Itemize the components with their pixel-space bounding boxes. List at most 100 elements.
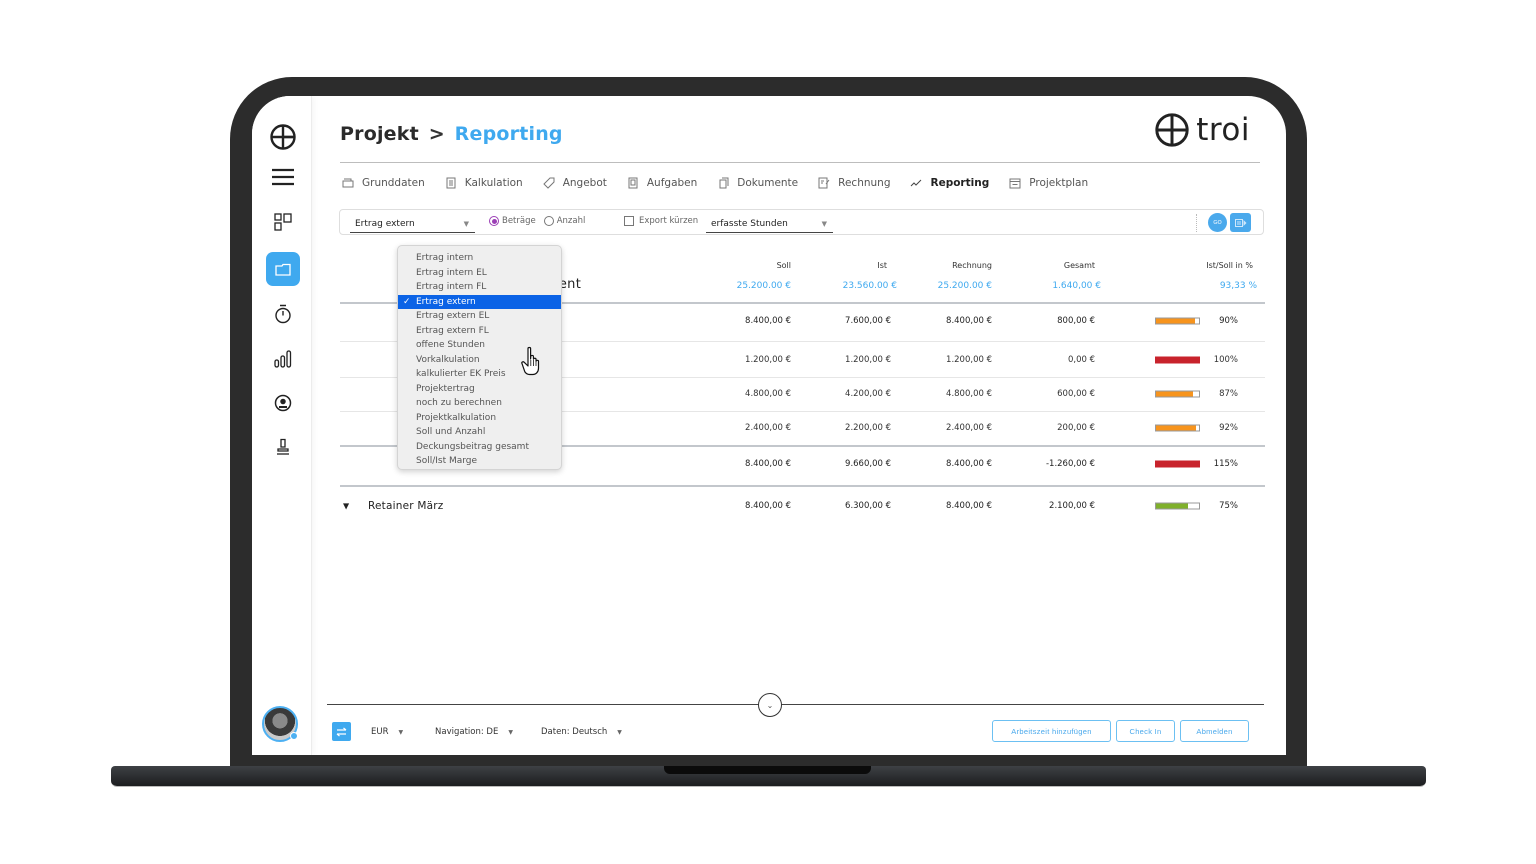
currency-value: EUR xyxy=(371,727,389,737)
breadcrumb: Projekt > Reporting xyxy=(340,123,563,145)
dropdown-option[interactable]: Deckungsbeitrag gesamt xyxy=(398,440,561,455)
dropdown-option[interactable]: Projektertrag xyxy=(398,382,561,397)
dropdown-option[interactable]: ✓ Ertrag extern xyxy=(398,294,561,309)
dashboard-icon[interactable] xyxy=(266,205,300,239)
currency-select[interactable]: EUR ▼ xyxy=(371,727,403,737)
user-avatar[interactable] xyxy=(262,706,298,742)
cell-gesamt: 200,00 € xyxy=(1057,423,1095,433)
cell-rechnung: 8.400,00 € xyxy=(946,316,992,326)
cell-ist: 4.200,00 € xyxy=(845,389,891,399)
title-divider xyxy=(340,162,1260,163)
dropdown-option[interactable]: Soll/Ist Marge xyxy=(398,454,561,469)
progress-bar xyxy=(1155,460,1200,468)
cell-rechnung: 2.400,00 € xyxy=(946,423,992,433)
chevron-down-icon: ▼ xyxy=(617,728,622,736)
retainer-row[interactable]: ▼ Retainer März 8.400,00 € 6.300,00 € 8.400,… xyxy=(340,489,1265,523)
display-mode-radio-group: Beträge Anzahl xyxy=(489,216,585,226)
progress-bar xyxy=(1155,356,1200,364)
project-total-soll: 25.200.00 € xyxy=(736,281,791,291)
navigation-language-select[interactable]: Navigation: DE ▼ xyxy=(435,727,513,737)
tab-label: Angebot xyxy=(562,177,607,189)
dropdown-option-label: Projektertrag xyxy=(416,383,475,394)
tab-projektplan[interactable]: Projektplan xyxy=(1009,177,1088,189)
dropdown-option[interactable]: noch zu berechnen xyxy=(398,396,561,411)
radio-checked-icon[interactable] xyxy=(489,216,499,226)
cell-gesamt: 0,00 € xyxy=(1067,355,1095,365)
contacts-icon[interactable] xyxy=(266,386,300,420)
document-icon xyxy=(445,177,457,189)
dropdown-option[interactable]: Ertrag intern EL xyxy=(398,266,561,281)
sidebar xyxy=(252,96,312,755)
dropdown-option-label: Ertrag extern FL xyxy=(416,325,489,336)
export-kuerzen-checkbox[interactable]: Export kürzen xyxy=(624,216,698,226)
cell-soll: 2.400,00 € xyxy=(745,423,791,433)
cell-soll: 8.400,00 € xyxy=(745,459,791,469)
tab-grunddaten[interactable]: Grunddaten xyxy=(342,177,425,189)
checkbox-label: Export kürzen xyxy=(639,216,699,226)
hand-pointer-icon xyxy=(521,346,540,376)
go-button[interactable]: GO xyxy=(1208,213,1227,232)
chevron-down-icon: ▼ xyxy=(508,728,513,736)
check-in-button[interactable]: Check In xyxy=(1116,720,1175,742)
column-header-soll: Soll xyxy=(776,261,791,270)
radio-label: Anzahl xyxy=(556,216,586,226)
cell-pct: 100% xyxy=(1213,355,1238,365)
add-worktime-button[interactable]: Arbeitszeit hinzufügen xyxy=(992,720,1111,742)
dropdown-option-label: Ertrag extern xyxy=(416,296,476,307)
cell-gesamt: 600,00 € xyxy=(1057,389,1095,399)
cell-gesamt: -1.260,00 € xyxy=(1045,459,1095,469)
tab-angebot[interactable]: Angebot xyxy=(542,177,607,189)
trend-icon xyxy=(910,177,922,189)
cell-rechnung: 8.400,00 € xyxy=(946,501,992,511)
export-button[interactable] xyxy=(1230,213,1251,232)
expand-caret-icon[interactable]: ▼ xyxy=(343,502,349,511)
radio-unchecked-icon[interactable] xyxy=(543,216,554,226)
dropdown-option[interactable]: Ertrag extern EL xyxy=(398,309,561,324)
tab-aufgaben[interactable]: Aufgaben xyxy=(627,177,697,189)
troi-logo-icon[interactable] xyxy=(266,120,300,154)
tab-rechnung[interactable]: Rechnung xyxy=(818,177,890,189)
project-total-gesamt: 1.640,00 € xyxy=(1052,281,1101,291)
stopwatch-icon[interactable] xyxy=(266,297,300,331)
dropdown-option[interactable]: Projektkalkulation xyxy=(398,411,561,426)
breadcrumb-parent[interactable]: Projekt xyxy=(340,123,419,145)
kpi-select[interactable]: Ertrag extern ▼ xyxy=(350,215,475,233)
dropdown-option[interactable]: Soll und Anzahl xyxy=(398,425,561,440)
dropdown-option[interactable]: Ertrag intern FL xyxy=(398,280,561,295)
data-language-select[interactable]: Daten: Deutsch ▼ xyxy=(541,727,622,737)
dropdown-option-label: noch zu berechnen xyxy=(416,398,502,408)
chevron-down-icon: ▼ xyxy=(398,728,404,736)
tab-reporting[interactable]: Reporting xyxy=(910,177,989,189)
task-icon xyxy=(627,177,639,189)
settings-toggle-button[interactable] xyxy=(332,722,351,741)
laptop-notch xyxy=(664,766,871,774)
tab-label: Grunddaten xyxy=(362,177,425,189)
progress-bar-fill xyxy=(1156,425,1196,431)
breadcrumb-current: Reporting xyxy=(454,123,563,145)
checkbox-box[interactable] xyxy=(624,216,634,226)
swap-arrows-icon xyxy=(336,727,347,736)
tab-dokumente[interactable]: Dokumente xyxy=(717,177,798,189)
dropdown-option[interactable]: Ertrag intern xyxy=(398,251,561,266)
data-language-value: Daten: Deutsch xyxy=(541,727,608,737)
dropdown-option-label: kalkulierter EK Preis xyxy=(416,369,506,379)
menu-icon[interactable] xyxy=(266,160,300,194)
cell-soll: 4.800,00 € xyxy=(745,389,791,399)
project-total-rechnung: 25.200.00 € xyxy=(937,281,992,291)
hours-select[interactable]: erfasste Stunden ▼ xyxy=(706,215,833,233)
radio-anzahl[interactable]: Anzahl xyxy=(543,216,586,226)
radio-betraege[interactable]: Beträge xyxy=(489,216,536,226)
collapse-footer-button[interactable]: ⌄ xyxy=(758,693,782,717)
dropdown-option-label: Soll und Anzahl xyxy=(416,427,486,437)
projects-folder-icon[interactable] xyxy=(266,252,300,286)
dropdown-option-label: Soll/Ist Marge xyxy=(416,456,478,466)
progress-bar-fill xyxy=(1156,503,1189,509)
statistics-icon[interactable] xyxy=(266,342,300,376)
checkmark-icon: ✓ xyxy=(403,296,411,307)
tab-kalkulation[interactable]: Kalkulation xyxy=(445,177,523,189)
stamp-icon[interactable] xyxy=(266,430,300,464)
cell-pct: 115% xyxy=(1213,459,1238,469)
tab-label: Rechnung xyxy=(838,177,891,189)
logout-button[interactable]: Abmelden xyxy=(1180,720,1249,742)
dropdown-option[interactable]: Ertrag extern FL xyxy=(398,324,561,339)
